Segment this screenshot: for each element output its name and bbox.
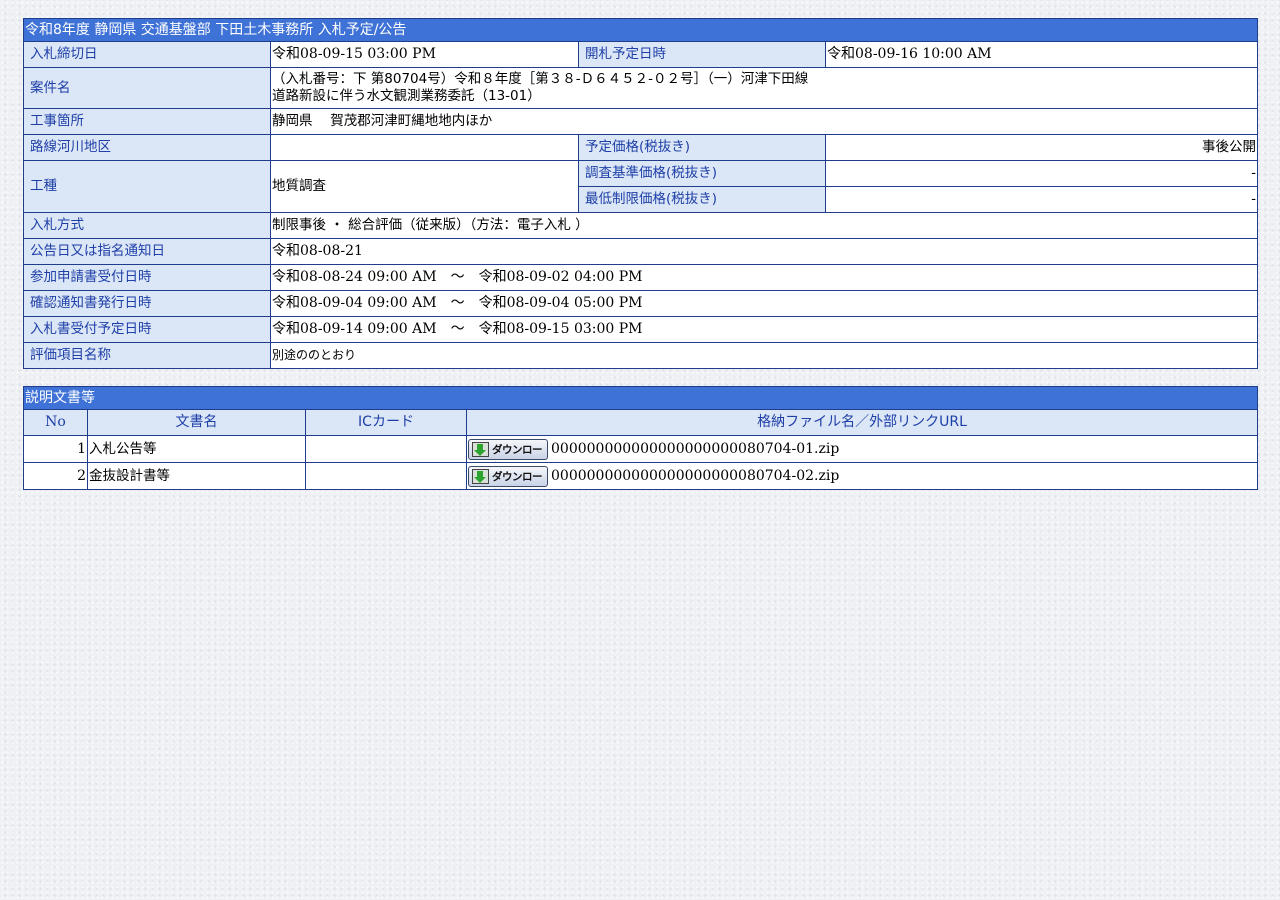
row-evaluation-items: 評価項目名称 別途ののとおり — [23, 342, 1258, 369]
table-row: 2 金抜設計書等 ダウンロード 000000000000000000000080… — [23, 462, 1258, 490]
download-button[interactable]: ダウンロード — [468, 465, 548, 489]
col-header-file: 格納ファイル名／外部リンクURL — [466, 409, 1258, 436]
download-button[interactable]: ダウンロード — [468, 438, 548, 462]
work-type-label: 工種 — [23, 160, 271, 213]
download-icon — [472, 441, 489, 457]
row-notice-date: 公告日又は指名通知日 令和08-08-21 — [23, 238, 1258, 265]
row-location: 工事箇所 静岡県 賀茂郡河津町縄地地内ほか — [23, 108, 1258, 135]
application-period-value: 令和08-08-24 09:00 AM ～ 令和08-09-02 04:00 P… — [270, 264, 1258, 291]
planned-price-value: 事後公開 — [825, 134, 1258, 161]
documents-table: 説明文書等 No 文書名 ICカード 格納ファイル名／外部リンクURL 1 入札… — [23, 386, 1258, 490]
row-work-type: 工種 地質調査 調査基準価格(税抜き) - — [23, 160, 1258, 213]
col-header-name: 文書名 — [87, 409, 306, 436]
documents-header-row: No 文書名 ICカード 格納ファイル名／外部リンクURL — [23, 409, 1258, 436]
project-name-line1: （入札番号：下 第80704号）令和８年度［第３８-Ｄ６４５２-０２号］（一）河… — [272, 71, 809, 87]
doc-name: 金抜設計書等 — [87, 462, 306, 490]
opening-value: 令和08-09-16 10:00 AM — [825, 41, 1258, 68]
doc-iccard — [305, 435, 467, 463]
planned-price-label: 予定価格(税抜き) — [578, 134, 826, 161]
download-icon — [472, 468, 489, 484]
page-title: 令和8年度 静岡県 交通基盤部 下田土木事務所 入札予定/公告 — [23, 18, 1258, 42]
notice-date-value: 令和08-08-21 — [270, 238, 1258, 265]
project-name-line2: 道路新設に伴う水文観測業務委託（13-01） — [272, 88, 541, 104]
doc-file-cell: ダウンロード 000000000000000000000080704-02.zi… — [466, 462, 1258, 490]
bid-method-value: 制限事後 ・ 総合評価（従来版）（方法：電子入札 ） — [270, 212, 1258, 239]
doc-file-name: 000000000000000000000080704-02.zip — [551, 467, 840, 484]
bid-receipt-period-label: 入札書受付予定日時 — [23, 316, 271, 343]
download-button-label: ダウンロード — [492, 443, 543, 462]
download-button-label: ダウンロード — [492, 470, 543, 489]
confirmation-period-value: 令和08-09-04 09:00 AM ～ 令和08-09-04 05:00 P… — [270, 290, 1258, 317]
doc-file-cell: ダウンロード 000000000000000000000080704-01.zi… — [466, 435, 1258, 463]
work-type-value: 地質調査 — [270, 160, 579, 213]
row-deadline: 入札締切日 令和08-09-15 03:00 PM 開札予定日時 令和08-09… — [23, 41, 1258, 68]
route-area-label: 路線河川地区 — [23, 134, 271, 161]
row-application-period: 参加申請書受付日時 令和08-08-24 09:00 AM ～ 令和08-09-… — [23, 264, 1258, 291]
row-route-area: 路線河川地区 予定価格(税抜き) 事後公開 — [23, 134, 1258, 161]
documents-title: 説明文書等 — [23, 386, 1258, 410]
application-period-label: 参加申請書受付日時 — [23, 264, 271, 291]
location-label: 工事箇所 — [23, 108, 271, 135]
min-price-value: - — [825, 186, 1258, 213]
min-price-label: 最低制限価格(税抜き) — [578, 186, 826, 213]
survey-price-label: 調査基準価格(税抜き) — [578, 160, 826, 187]
row-project-name: 案件名 （入札番号：下 第80704号）令和８年度［第３８-Ｄ６４５２-０２号］… — [23, 67, 1258, 109]
location-value: 静岡県 賀茂郡河津町縄地地内ほか — [270, 108, 1258, 135]
evaluation-items-value: 別途ののとおり — [270, 342, 1258, 369]
doc-name: 入札公告等 — [87, 435, 306, 463]
doc-no: 2 — [23, 462, 88, 490]
doc-file-name: 000000000000000000000080704-01.zip — [551, 440, 840, 457]
table-row: 1 入札公告等 ダウンロード 0000000000000000000000807… — [23, 435, 1258, 463]
deadline-value: 令和08-09-15 03:00 PM — [270, 41, 579, 68]
col-header-iccard: ICカード — [305, 409, 467, 436]
doc-no: 1 — [23, 435, 88, 463]
opening-label: 開札予定日時 — [578, 41, 826, 68]
route-area-value — [270, 134, 579, 161]
project-name-value: （入札番号：下 第80704号）令和８年度［第３８-Ｄ６４５２-０２号］（一）河… — [270, 67, 1258, 109]
row-bid-receipt-period: 入札書受付予定日時 令和08-09-14 09:00 AM ～ 令和08-09-… — [23, 316, 1258, 343]
bid-method-label: 入札方式 — [23, 212, 271, 239]
project-name-label: 案件名 — [23, 67, 271, 109]
bid-info-table: 令和8年度 静岡県 交通基盤部 下田土木事務所 入札予定/公告 入札締切日 令和… — [23, 18, 1258, 369]
row-confirmation-period: 確認通知書発行日時 令和08-09-04 09:00 AM ～ 令和08-09-… — [23, 290, 1258, 317]
confirmation-period-label: 確認通知書発行日時 — [23, 290, 271, 317]
col-header-no: No — [23, 409, 88, 436]
deadline-label: 入札締切日 — [23, 41, 271, 68]
evaluation-items-label: 評価項目名称 — [23, 342, 271, 369]
notice-date-label: 公告日又は指名通知日 — [23, 238, 271, 265]
doc-iccard — [305, 462, 467, 490]
row-bid-method: 入札方式 制限事後 ・ 総合評価（従来版）（方法：電子入札 ） — [23, 212, 1258, 239]
bid-receipt-period-value: 令和08-09-14 09:00 AM ～ 令和08-09-15 03:00 P… — [270, 316, 1258, 343]
survey-price-value: - — [825, 160, 1258, 187]
